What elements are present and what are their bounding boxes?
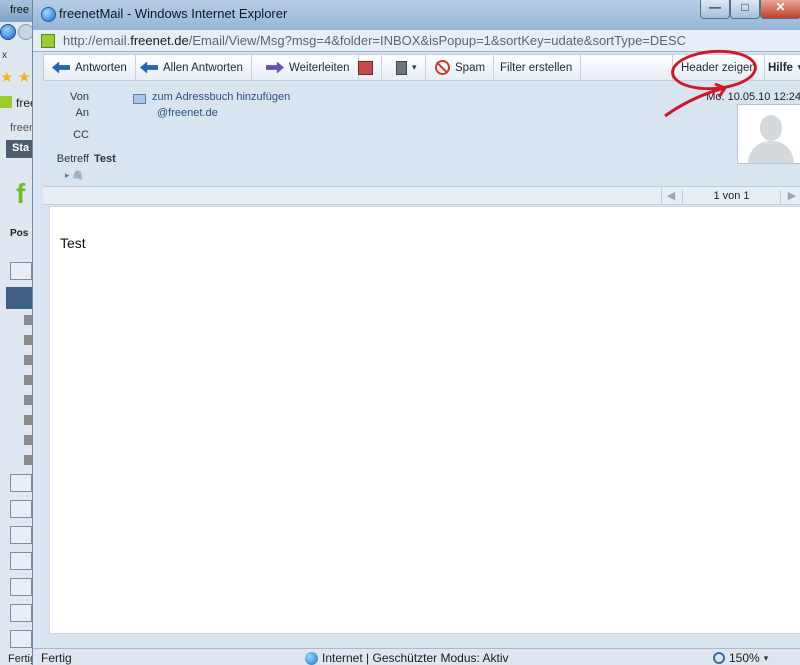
message-pager: ◀ 1 von 1 ▶ xyxy=(43,186,800,205)
window-titlebar[interactable]: freenetMail - Windows Internet Explorer … xyxy=(33,0,800,29)
calendar-grid-icon[interactable] xyxy=(10,526,32,544)
minimize-button[interactable]: — xyxy=(700,0,730,19)
url-prefix: http://email. xyxy=(63,33,131,48)
status-text: Fertig xyxy=(41,651,72,665)
page-indicator: 1 von 1 xyxy=(682,190,781,204)
avatar-body-icon xyxy=(748,141,794,163)
forward-button[interactable]: Weiterleiten xyxy=(258,55,359,80)
url-domain: freenet.de xyxy=(130,33,189,48)
reply-all-button[interactable]: Allen Antworten xyxy=(132,55,252,80)
subject-label: Betreff xyxy=(56,153,89,165)
notes-icon[interactable] xyxy=(10,552,32,570)
phone-icon[interactable] xyxy=(10,500,32,518)
freenet-favicon-icon xyxy=(0,96,12,108)
forward-label: Weiterleiten xyxy=(289,61,350,74)
delete-button[interactable]: ▾ xyxy=(388,55,426,80)
create-filter-button[interactable]: Filter erstellen xyxy=(492,55,582,80)
previous-page-icon[interactable]: ◀ xyxy=(664,189,678,203)
message-body[interactable]: Test xyxy=(49,206,800,634)
mail-popup-window: freenetMail - Windows Internet Explorer … xyxy=(32,0,800,665)
background-back-icon[interactable] xyxy=(0,24,16,40)
spam-label: Spam xyxy=(455,61,486,74)
background-title-text: free xyxy=(10,4,29,16)
message-body-text: Test xyxy=(60,235,86,251)
close-button[interactable]: ✕ xyxy=(760,0,800,19)
site-favicon-icon xyxy=(41,34,55,48)
shop-icon[interactable] xyxy=(10,578,32,596)
to-label: An xyxy=(75,107,89,119)
background-panel-label: Pos xyxy=(10,228,29,239)
attachment-icon[interactable]: ▸ 🖇 xyxy=(65,170,83,181)
reply-label: Antworten xyxy=(75,61,127,74)
to-address[interactable]: @freenet.de xyxy=(157,107,218,119)
from-label: Von xyxy=(70,91,89,103)
printer-icon xyxy=(358,60,373,75)
reply-all-arrow-icon xyxy=(140,61,158,74)
reply-all-label: Allen Antworten xyxy=(163,61,243,74)
address-bar[interactable]: http://email.freenet.de/Email/View/Msg?m… xyxy=(33,29,800,52)
window-title: freenetMail - Windows Internet Explorer xyxy=(59,6,288,21)
security-zone-label: Internet | Geschützter Modus: Aktiv xyxy=(322,651,509,665)
maximize-icon: □ xyxy=(741,0,749,14)
annotation-arrow xyxy=(664,82,727,118)
chevron-down-icon: ▾ xyxy=(763,652,769,663)
freenet-logo-icon: f xyxy=(16,178,26,209)
annotation-arrow-line xyxy=(664,86,726,118)
next-page-icon[interactable]: ▶ xyxy=(785,189,799,203)
zoom-level: 150% xyxy=(729,651,760,665)
status-bar: Fertig Internet | Geschützter Modus: Akt… xyxy=(33,648,800,665)
internet-explorer-icon xyxy=(41,7,56,22)
cc-label: CC xyxy=(73,129,89,141)
zoom-control[interactable]: 150% ▾ xyxy=(713,651,768,665)
contacts-icon[interactable] xyxy=(10,474,32,492)
subject-value: Test xyxy=(94,153,116,165)
reply-arrow-icon xyxy=(52,61,70,74)
add-to-addressbook-link[interactable]: zum Adressbuch hinzufügen xyxy=(152,91,290,103)
url-text[interactable]: http://email.freenet.de/Email/View/Msg?m… xyxy=(63,33,686,48)
calendar-icon[interactable] xyxy=(10,262,32,280)
forward-arrow-icon xyxy=(266,61,284,74)
magnifier-icon xyxy=(713,652,725,664)
chevron-down-icon: ▾ xyxy=(412,62,417,72)
url-suffix: /Email/View/Msg?msg=4&folder=INBOX&isPop… xyxy=(188,33,687,48)
package-icon[interactable] xyxy=(10,630,32,648)
print-button[interactable] xyxy=(350,55,382,80)
spam-button[interactable]: Spam xyxy=(427,55,495,80)
globe-icon xyxy=(305,651,318,665)
security-zone[interactable]: Internet | Geschützter Modus: Aktiv xyxy=(305,651,509,665)
trash-icon xyxy=(396,60,407,75)
reply-button[interactable]: Antworten xyxy=(44,55,136,80)
favorites-star-icon[interactable]: ★★ xyxy=(0,68,35,86)
addressbook-icon[interactable] xyxy=(133,94,146,104)
create-filter-label: Filter erstellen xyxy=(500,61,573,74)
background-close-tab-label[interactable]: x xyxy=(2,50,7,61)
close-icon: ✕ xyxy=(775,0,786,14)
maximize-button[interactable]: □ xyxy=(730,0,760,19)
pager-controls: ◀ 1 von 1 ▶ xyxy=(661,187,800,205)
web-icon[interactable] xyxy=(10,604,32,622)
minimize-icon: — xyxy=(709,0,721,14)
no-entry-icon xyxy=(435,60,450,75)
